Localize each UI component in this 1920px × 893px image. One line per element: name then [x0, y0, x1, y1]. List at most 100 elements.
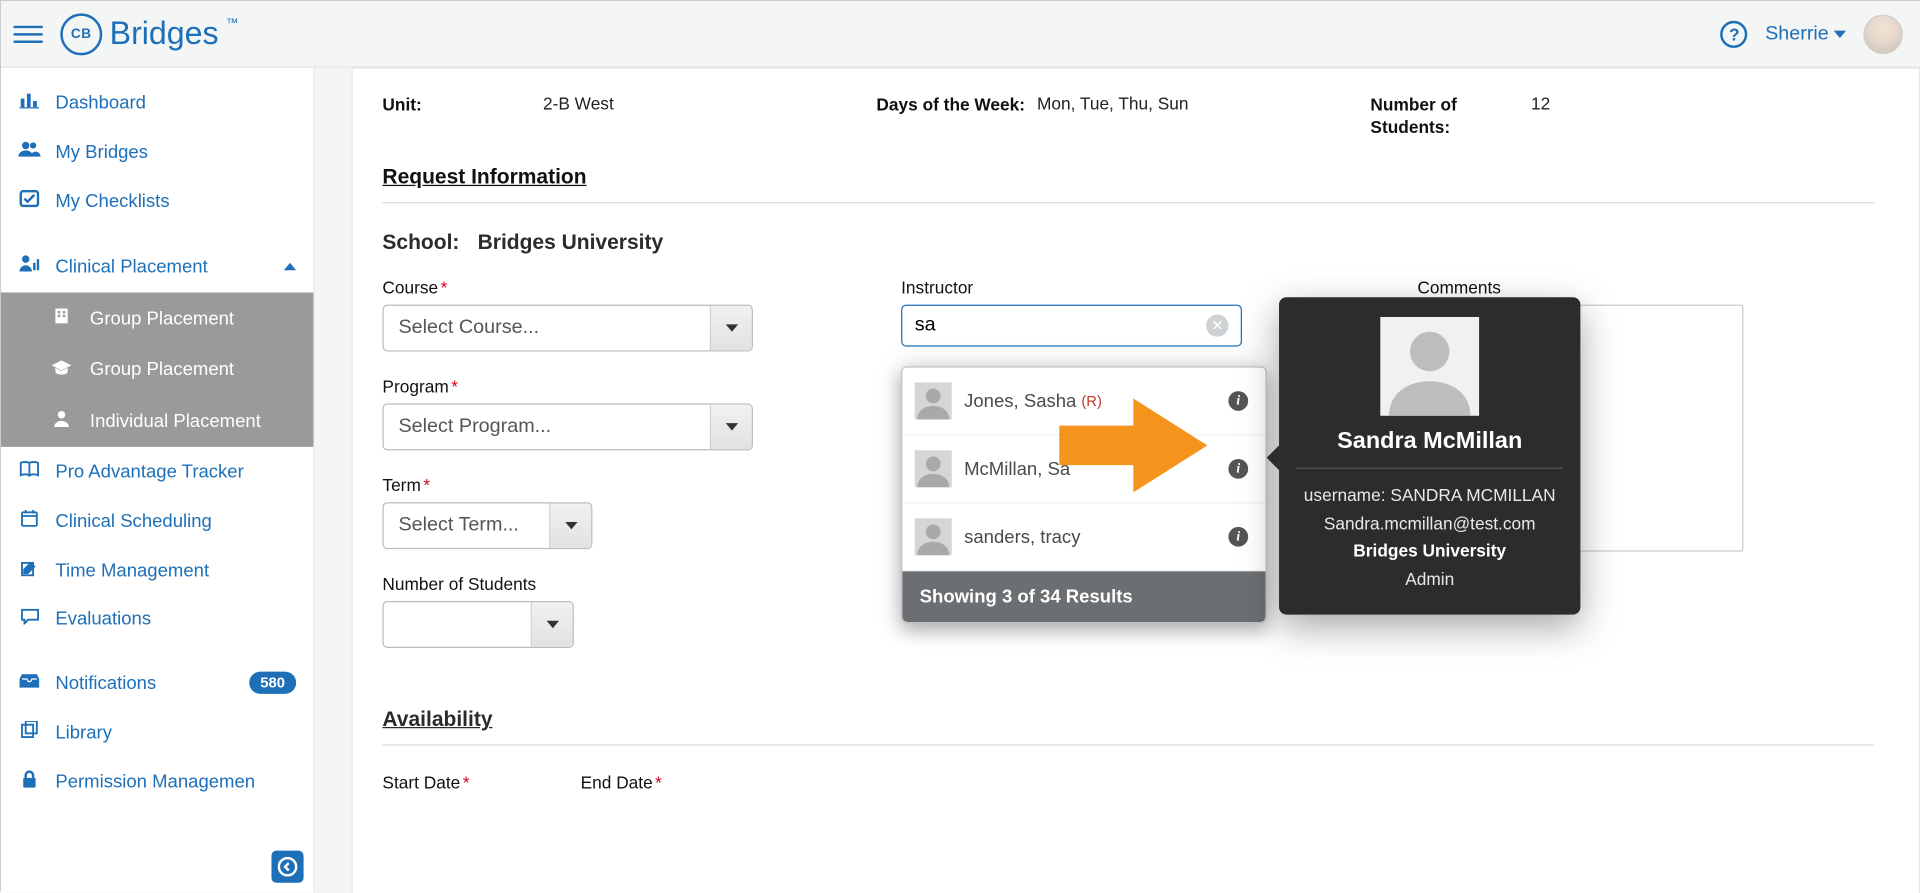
grad-cap-icon	[50, 359, 72, 380]
instructor-tooltip: Sandra McMillan username: SANDRA MCMILLA…	[1279, 298, 1580, 615]
nav-label: Notifications	[55, 672, 156, 693]
chevron-down-icon	[725, 325, 737, 332]
nav-label: Clinical Placement	[55, 256, 207, 277]
term-placeholder: Select Term...	[384, 504, 549, 548]
building-icon	[50, 307, 72, 329]
subnav-individual-placement[interactable]: Individual Placement	[1, 395, 313, 447]
subnav-label: Individual Placement	[90, 410, 261, 431]
autocomplete-item[interactable]: sanders, tracy i	[903, 504, 1266, 572]
unit-value: 2-B West	[543, 94, 614, 139]
tooltip-username: username: SANDRA MCMILLAN	[1297, 482, 1564, 510]
edit-icon	[18, 559, 40, 581]
app-logo[interactable]: CB Bridges ™	[60, 13, 238, 55]
nav-label: Evaluations	[55, 609, 151, 630]
select-toggle[interactable]	[710, 405, 752, 449]
users-icon	[18, 141, 40, 163]
students-label: Number of Students:	[1371, 94, 1532, 139]
subnav-group-placement-2[interactable]: Group Placement	[1, 344, 313, 395]
tooltip-email: Sandra.mcmillan@test.com	[1297, 510, 1564, 538]
subnav-group-placement-1[interactable]: Group Placement	[1, 292, 313, 344]
students-value: 12	[1531, 94, 1550, 139]
school-line: School: Bridges University	[383, 231, 1875, 256]
section-request-info: Request Information	[383, 161, 1875, 204]
sidebar-item-evaluations[interactable]: Evaluations	[1, 595, 313, 643]
chevron-down-icon	[565, 523, 577, 530]
sidebar-item-pro-advantage[interactable]: Pro Advantage Tracker	[1, 447, 313, 496]
select-toggle[interactable]	[710, 307, 752, 351]
avatar-icon	[1380, 318, 1479, 417]
sidebar-item-dashboard[interactable]: Dashboard	[1, 78, 313, 127]
topbar: CB Bridges ™ ? Sherrie	[1, 1, 1920, 68]
subnav-label: Group Placement	[90, 359, 234, 380]
sidebar-item-notifications[interactable]: Notifications 580	[1, 658, 313, 707]
menu-toggle-button[interactable]	[13, 19, 43, 49]
sidebar-item-clinical-placement[interactable]: Clinical Placement	[1, 241, 313, 293]
program-select[interactable]: Select Program...	[383, 404, 754, 451]
unit-label: Unit:	[383, 94, 544, 139]
copy-icon	[18, 721, 40, 743]
notifications-badge: 580	[249, 672, 296, 694]
school-label: School:	[383, 231, 460, 254]
sidebar-collapse-button[interactable]	[271, 851, 303, 883]
subnav-label: Group Placement	[90, 308, 234, 329]
avatar-icon	[915, 519, 952, 556]
course-label: Course*	[383, 278, 902, 298]
sidebar-item-checklists[interactable]: My Checklists	[1, 176, 313, 225]
sidebar: Dashboard My Bridges My Checklists Clini…	[1, 68, 315, 893]
sidebar-item-library[interactable]: Library	[1, 707, 313, 756]
school-value: Bridges University	[478, 231, 664, 254]
sidebar-item-clinical-scheduling[interactable]: Clinical Scheduling	[1, 496, 313, 545]
nav-label: My Bridges	[55, 141, 148, 162]
numstudents-value	[384, 603, 531, 647]
info-icon[interactable]: i	[1229, 460, 1249, 480]
sidebar-subnav: Group Placement Group Placement Individu…	[1, 292, 313, 446]
days-value: Mon, Tue, Thu, Sun	[1037, 94, 1189, 139]
nav-label: Dashboard	[55, 92, 146, 113]
nav-label: Time Management	[55, 560, 209, 581]
nav-label: Pro Advantage Tracker	[55, 461, 243, 482]
select-toggle[interactable]	[531, 603, 573, 647]
chevron-down-icon	[1834, 30, 1846, 37]
user-avatar[interactable]	[1863, 14, 1903, 54]
tooltip-name: Sandra McMillan	[1297, 429, 1564, 470]
sidebar-item-time-management[interactable]: Time Management	[1, 546, 313, 595]
instructor-label: Instructor	[901, 278, 1417, 298]
term-select[interactable]: Select Term...	[383, 503, 593, 550]
stats-icon	[18, 91, 40, 113]
program-label: Program*	[383, 377, 902, 397]
nav-label: Library	[55, 722, 112, 743]
assignment-header: Unit: 2-B West Days of the Week: Mon, Tu…	[383, 91, 1875, 161]
instructor-input[interactable]	[915, 315, 1206, 337]
select-toggle[interactable]	[549, 504, 591, 548]
info-icon[interactable]: i	[1229, 528, 1249, 548]
sidebar-item-permissions[interactable]: Permission Managemen	[1, 757, 313, 806]
nav-label: Permission Managemen	[55, 771, 255, 792]
instructor-search[interactable]: ✕	[901, 305, 1242, 347]
logo-text: Bridges	[110, 15, 219, 53]
logo-mark: CB	[60, 13, 102, 55]
tooltip-role: Admin	[1297, 565, 1564, 593]
info-icon[interactable]: i	[1229, 392, 1249, 412]
clear-icon[interactable]: ✕	[1206, 315, 1228, 337]
term-label: Term*	[383, 476, 902, 496]
main-content: Unit: 2-B West Days of the Week: Mon, Tu…	[315, 68, 1920, 893]
course-select[interactable]: Select Course...	[383, 305, 754, 352]
comments-label: Comments	[1418, 278, 1875, 298]
lock-icon	[18, 770, 40, 792]
course-placeholder: Select Course...	[384, 307, 710, 351]
avatar-icon	[915, 451, 952, 488]
logo-trademark: ™	[226, 17, 238, 31]
sidebar-item-mybridges[interactable]: My Bridges	[1, 127, 313, 176]
autocomplete-name: McMillan, Sa	[964, 459, 1070, 480]
check-icon	[18, 190, 40, 212]
avatar-icon	[915, 383, 952, 420]
nav-label: My Checklists	[55, 191, 169, 212]
callout-arrow-icon	[1059, 399, 1207, 499]
program-placeholder: Select Program...	[384, 405, 710, 449]
help-icon[interactable]: ?	[1721, 20, 1748, 47]
user-menu[interactable]: Sherrie	[1765, 23, 1846, 45]
person-icon	[50, 410, 72, 432]
autocomplete-name: sanders, tracy	[964, 527, 1080, 548]
chevron-down-icon	[546, 621, 558, 628]
numstudents-select[interactable]	[383, 602, 574, 649]
